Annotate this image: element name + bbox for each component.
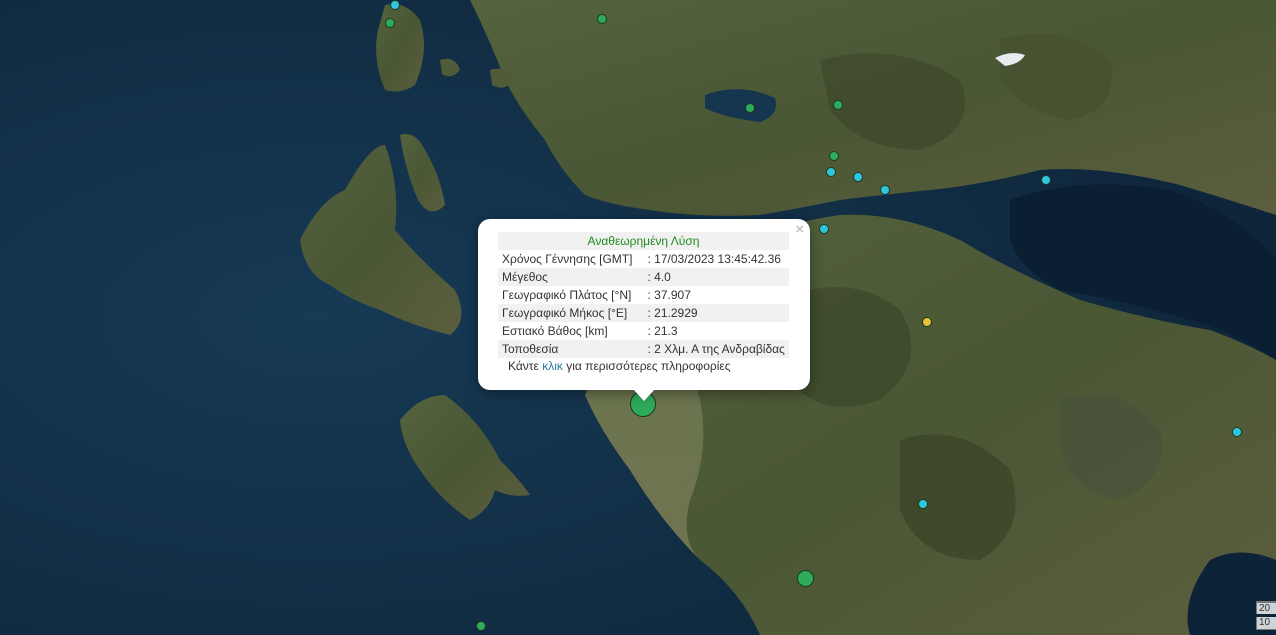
more-info-suffix: για περισσότερες πληροφορίες <box>562 359 731 373</box>
earthquake-marker[interactable] <box>826 167 836 177</box>
earthquake-marker[interactable] <box>918 499 928 509</box>
detail-label: Χρόνος Γέννησης [GMT] <box>502 252 633 266</box>
scale-bar-mi: 10 <box>1256 617 1276 630</box>
detail-label: Μέγεθος <box>498 268 644 286</box>
detail-value: : 17/03/2023 13:45:42.36 <box>647 252 781 266</box>
scale-bar-km: 20 <box>1256 601 1276 614</box>
earthquake-marker[interactable] <box>922 317 932 327</box>
earthquake-marker[interactable] <box>476 621 486 631</box>
detail-value: : 21.2929 <box>643 304 789 322</box>
detail-value: : 4.0 <box>643 268 789 286</box>
popup-title: Αναθεωρημένη Λύση <box>498 232 789 250</box>
earthquake-marker[interactable] <box>819 224 829 234</box>
detail-label: Τοποθεσία <box>498 340 644 358</box>
earthquake-marker[interactable] <box>745 103 755 113</box>
earthquake-details-table: Αναθεωρημένη Λύση Χρόνος Γέννησης [GMT] … <box>498 232 789 358</box>
earthquake-marker[interactable] <box>829 151 839 161</box>
more-info-link[interactable]: κλικ <box>542 359 563 373</box>
earthquake-marker[interactable] <box>1041 175 1051 185</box>
more-info-text: Κάντε κλικ για περισσότερες πληροφορίες <box>498 359 790 373</box>
earthquake-marker[interactable] <box>797 570 814 587</box>
detail-value: : 21.3 <box>647 324 678 338</box>
detail-label: Γεωγραφικό Μήκος [°E] <box>498 304 644 322</box>
earthquake-marker[interactable] <box>390 0 400 10</box>
detail-value: : 37.907 <box>647 288 691 302</box>
popup-tip <box>633 389 655 401</box>
more-info-prefix: Κάντε <box>508 359 543 373</box>
earthquake-marker[interactable] <box>1232 427 1242 437</box>
close-icon[interactable]: × <box>795 222 804 238</box>
earthquake-info-popup: × Αναθεωρημένη Λύση Χρόνος Γέννησης [GMT… <box>478 219 810 401</box>
detail-label: Εστιακό Βάθος [km] <box>502 324 608 338</box>
earthquake-marker[interactable] <box>880 185 890 195</box>
earthquake-marker[interactable] <box>385 18 395 28</box>
earthquake-marker[interactable] <box>833 100 843 110</box>
detail-label: Γεωγραφικό Πλάτος [°N] <box>502 288 632 302</box>
detail-value: : 2 Χλμ. Α της Ανδραβίδας <box>643 340 789 358</box>
map-view[interactable]: × Αναθεωρημένη Λύση Χρόνος Γέννησης [GMT… <box>0 0 1276 635</box>
earthquake-marker[interactable] <box>597 14 607 24</box>
earthquake-marker[interactable] <box>853 172 863 182</box>
